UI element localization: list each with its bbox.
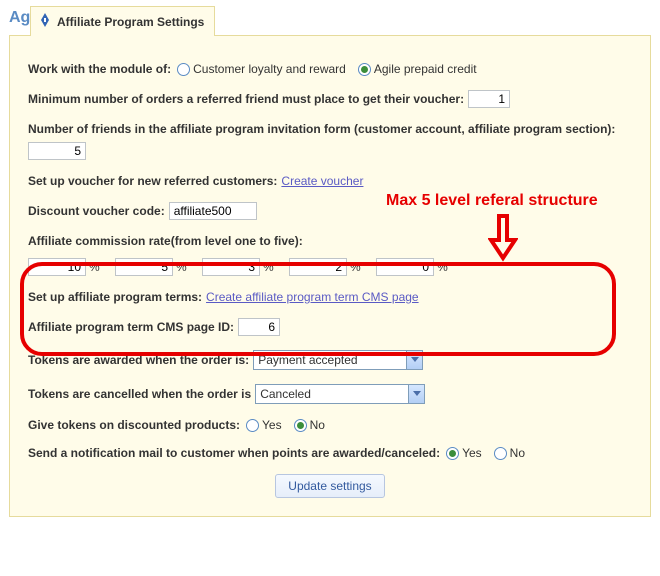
tokens-cancelled-label: Tokens are cancelled when the order is [28,387,251,401]
work-with-row: Work with the module of: Customer loyalt… [28,62,632,76]
discounted-label: Give tokens on discounted products: [28,418,240,432]
notify-row: Send a notification mail to customer whe… [28,446,632,460]
commission-level5-input[interactable] [376,258,434,276]
work-with-label: Work with the module of: [28,62,171,76]
panel-tab: Affiliate Program Settings [30,6,215,36]
percent-symbol: % [350,260,361,274]
settings-panel: Affiliate Program Settings Work with the… [9,35,651,517]
friends-count-row: Number of friends in the affiliate progr… [28,122,632,160]
radio-prepaid-label: Agile prepaid credit [374,62,477,76]
radio-yes-label: Yes [462,446,482,460]
min-orders-row: Minimum number of orders a referred frie… [28,90,632,108]
radio-icon [246,419,259,432]
commission-level2-input[interactable] [115,258,173,276]
radio-icon [446,447,459,460]
friends-count-label: Number of friends in the affiliate progr… [28,122,615,136]
radio-discounted-no[interactable]: No [294,418,325,432]
percent-symbol: % [89,260,100,274]
discount-code-input[interactable] [169,202,257,220]
tokens-cancelled-value: Canceled [260,387,311,401]
tokens-cancelled-row: Tokens are cancelled when the order is C… [28,384,632,404]
term-setup-label: Set up affiliate program terms: [28,290,202,304]
create-term-link[interactable]: Create affiliate program term CMS page [206,290,419,304]
radio-notify-yes[interactable]: Yes [446,446,482,460]
radio-icon [494,447,507,460]
panel-tab-label: Affiliate Program Settings [57,15,204,29]
term-page-id-input[interactable] [238,318,280,336]
percent-symbol: % [437,260,448,274]
commission-label: Affiliate commission rate(from level one… [28,234,303,248]
commission-row: Affiliate commission rate(from level one… [28,234,632,276]
tokens-awarded-label: Tokens are awarded when the order is: [28,353,249,367]
radio-notify-no[interactable]: No [494,446,525,460]
term-page-id-label: Affiliate program term CMS page ID: [28,320,234,334]
friends-count-input[interactable] [28,142,86,160]
radio-loyalty-label: Customer loyalty and reward [193,62,346,76]
discount-code-label: Discount voucher code: [28,204,165,218]
voucher-setup-row: Set up voucher for new referred customer… [28,174,632,188]
commission-level1-input[interactable] [28,258,86,276]
radio-icon [358,63,371,76]
percent-symbol: % [176,260,187,274]
radio-yes-label: Yes [262,418,282,432]
discount-code-row: Discount voucher code: [28,202,632,220]
min-orders-label: Minimum number of orders a referred frie… [28,92,464,106]
chevron-down-icon [406,351,422,369]
actions-row: Update settings [28,474,632,498]
term-setup-row: Set up affiliate program terms: Create a… [28,290,632,304]
radio-icon [294,419,307,432]
tokens-cancelled-select[interactable]: Canceled [255,384,425,404]
discounted-row: Give tokens on discounted products: Yes … [28,418,632,432]
radio-prepaid[interactable]: Agile prepaid credit [358,62,477,76]
tokens-awarded-row: Tokens are awarded when the order is: Pa… [28,350,632,370]
radio-no-label: No [510,446,525,460]
radio-discounted-yes[interactable]: Yes [246,418,282,432]
min-orders-input[interactable] [468,90,510,108]
term-page-id-row: Affiliate program term CMS page ID: [28,318,632,336]
radio-loyalty[interactable]: Customer loyalty and reward [177,62,346,76]
commission-level4-input[interactable] [289,258,347,276]
chevron-down-icon [408,385,424,403]
affiliate-icon [37,12,53,31]
notify-label: Send a notification mail to customer whe… [28,446,440,460]
voucher-setup-label: Set up voucher for new referred customer… [28,174,277,188]
create-voucher-link[interactable]: Create voucher [281,174,363,188]
commission-level3-input[interactable] [202,258,260,276]
update-settings-button[interactable]: Update settings [275,474,384,498]
radio-icon [177,63,190,76]
tokens-awarded-select[interactable]: Payment accepted [253,350,423,370]
percent-symbol: % [263,260,274,274]
radio-no-label: No [310,418,325,432]
tokens-awarded-value: Payment accepted [258,353,357,367]
